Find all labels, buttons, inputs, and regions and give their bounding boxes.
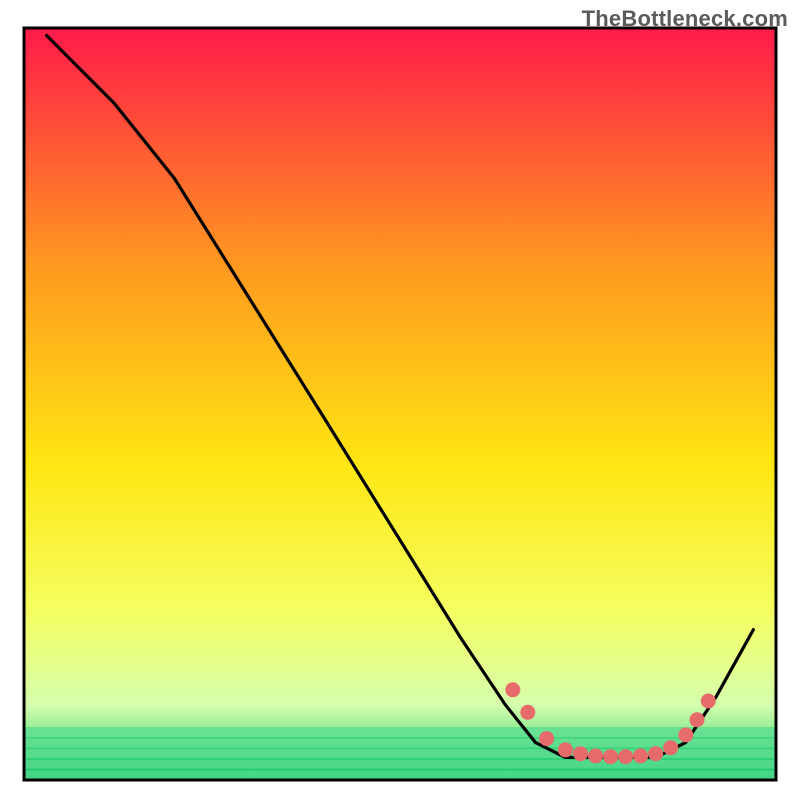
data-point — [618, 749, 633, 764]
data-point — [539, 731, 554, 746]
data-point — [690, 712, 705, 727]
data-point — [505, 682, 520, 697]
watermark-text: TheBottleneck.com — [582, 6, 788, 32]
data-point — [633, 748, 648, 763]
data-point — [520, 705, 535, 720]
chart-svg — [0, 0, 800, 800]
chart-container: TheBottleneck.com — [0, 0, 800, 800]
data-point — [663, 740, 678, 755]
data-point — [603, 749, 618, 764]
data-point — [558, 742, 573, 757]
data-point — [573, 746, 588, 761]
data-point — [588, 748, 603, 763]
data-point — [648, 746, 663, 761]
data-point — [701, 694, 716, 709]
data-point — [678, 727, 693, 742]
